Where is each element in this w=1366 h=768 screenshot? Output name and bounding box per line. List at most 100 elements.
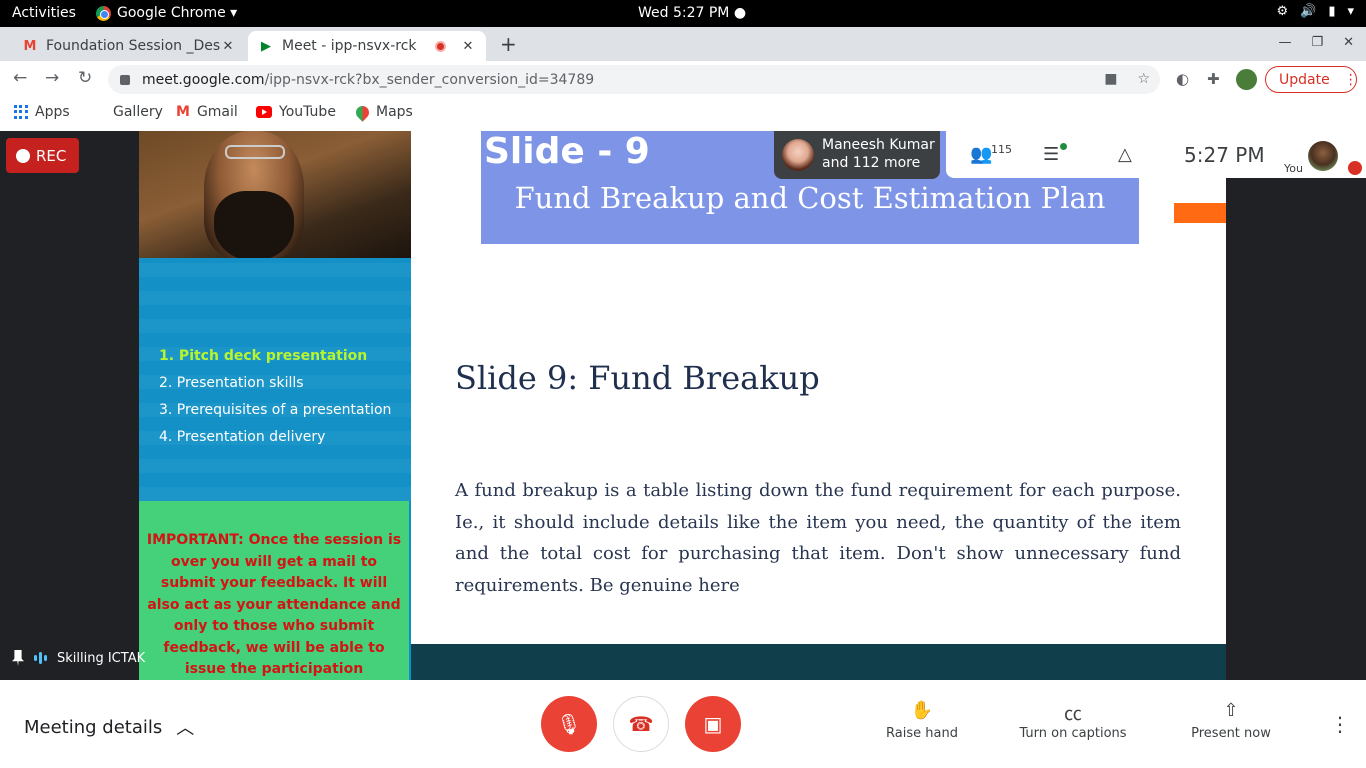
lock-icon <box>120 74 130 85</box>
chrome-icon <box>96 5 111 21</box>
app-menu[interactable]: Google Chrome ▾ <box>96 5 237 21</box>
battery-icon: ▮ <box>1328 4 1336 19</box>
audio-wave-icon <box>34 652 47 664</box>
raise-hand-button[interactable]: ✋ Raise hand <box>880 700 964 741</box>
activities-button[interactable]: Activities <box>12 5 76 21</box>
chat-icon[interactable]: ☰ <box>1043 144 1059 165</box>
presenter-name: Skilling ICTAK <box>57 650 146 666</box>
youtube-icon <box>256 106 272 118</box>
participant-more: and 112 more <box>822 155 921 171</box>
bookmark-gmail[interactable]: M Gmail <box>176 104 238 120</box>
puzzle-icon[interactable]: ✚ <box>1207 70 1220 88</box>
shared-screen: 1. Pitch deck presentation 2. Presentati… <box>139 131 1226 680</box>
topic-item: 2. Presentation skills <box>159 375 304 391</box>
slide-accent-bar <box>1174 203 1226 223</box>
url-path: /ipp-nsvx-rck?bx_sender_conversion_id=34… <box>264 71 595 88</box>
meet-icon: ▶ <box>261 38 271 54</box>
meeting-details-button[interactable]: Meeting details ︿ <box>24 714 194 740</box>
participant-chip[interactable]: Maneesh Kumar and 112 more <box>774 131 940 179</box>
window-controls: — ❐ ✕ <box>1278 35 1354 50</box>
volume-icon: 🔊 <box>1300 4 1317 19</box>
maps-icon <box>353 102 372 122</box>
meet-stage: 1. Pitch deck presentation 2. Presentati… <box>0 131 1366 680</box>
mic-muted-icon <box>1348 161 1362 175</box>
close-icon[interactable]: ✕ <box>460 39 476 54</box>
minimize-icon[interactable]: — <box>1278 35 1291 50</box>
bookmark-label: Apps <box>35 104 70 120</box>
address-bar[interactable]: meet.google.com/ipp-nsvx-rck?bx_sender_c… <box>108 65 1160 94</box>
tab-gmail[interactable]: M Foundation Session _Desi ✕ <box>12 31 246 61</box>
present-now-button[interactable]: ⇧ Present now <box>1186 700 1276 741</box>
system-clock[interactable]: Wed 5:27 PM ● <box>638 5 746 21</box>
app-menu-label: Google Chrome ▾ <box>117 5 238 21</box>
reload-icon[interactable]: ↻ <box>78 68 92 88</box>
camera-icon[interactable]: ■ <box>1104 71 1117 87</box>
meeting-time: 5:27 PM <box>1184 143 1265 167</box>
system-tray[interactable]: ⚙ 🔊 ▮ ▾ <box>1276 4 1354 19</box>
bookmark-apps[interactable]: Apps <box>14 104 70 120</box>
gmail-icon: M <box>176 104 190 120</box>
raise-hand-label: Raise hand <box>886 726 958 741</box>
forward-icon[interactable]: → <box>45 68 59 88</box>
present-icon: ⇧ <box>1223 700 1239 721</box>
topic-item: 4. Presentation delivery <box>159 429 326 445</box>
topics-panel: 1. Pitch deck presentation 2. Presentati… <box>139 258 411 501</box>
pin-icon[interactable] <box>12 650 24 666</box>
hang-up-icon: ☎ <box>628 712 654 736</box>
bookmark-maps[interactable]: Maps <box>353 102 413 122</box>
mic-toggle-button[interactable]: 🎙 <box>541 696 597 752</box>
presenter-beard <box>214 191 294 258</box>
close-window-icon[interactable]: ✕ <box>1343 35 1354 50</box>
update-label: Update <box>1279 71 1330 88</box>
star-icon[interactable]: ☆ <box>1137 71 1150 87</box>
chevron-down-icon: ▾ <box>1347 4 1354 19</box>
bookmarks-bar: Apps Gallery M Gmail YouTube Maps <box>0 97 1366 131</box>
meeting-info-panel: 👥 115 ☰ △ 5:27 PM You <box>946 131 1366 178</box>
bookmark-label: Maps <box>376 104 413 120</box>
mic-off-icon: 🎙 <box>556 712 582 736</box>
people-count: 115 <box>991 143 1012 156</box>
hand-icon: ✋ <box>910 700 934 721</box>
topic-item: 1. Pitch deck presentation <box>159 348 368 364</box>
people-icon[interactable]: 👥 <box>970 144 992 165</box>
url-host: meet.google.com <box>142 71 265 88</box>
rec-label: REC <box>36 146 67 165</box>
profile-avatar[interactable] <box>1236 69 1257 90</box>
apps-grid-icon <box>14 105 28 119</box>
recording-badge[interactable]: REC <box>6 138 79 173</box>
slide-footer <box>411 644 1226 680</box>
menu-dots-icon: ⋮ <box>1343 71 1358 88</box>
topics-list: 1. Pitch deck presentation 2. Presentati… <box>159 348 391 456</box>
bookmark-label: Gmail <box>196 104 238 120</box>
participant-avatar <box>782 139 814 171</box>
activities-icon[interactable]: △ <box>1118 144 1132 165</box>
slide-subtitle: Fund Breakup and Cost Estimation Plan <box>514 181 1106 215</box>
network-icon: ⚙ <box>1276 4 1289 19</box>
bookmark-youtube[interactable]: YouTube <box>256 104 336 120</box>
close-icon[interactable]: ✕ <box>220 39 236 54</box>
record-icon <box>16 148 30 163</box>
captions-icon: ㏄ <box>1064 704 1082 725</box>
back-icon[interactable]: ← <box>13 68 27 88</box>
tab-meet[interactable]: ▶ Meet - ipp-nsvx-rck ✕ <box>248 31 486 61</box>
presenter-glasses <box>225 145 285 159</box>
more-options-icon[interactable]: ⋮ <box>1330 712 1350 736</box>
topic-item: 3. Prerequisites of a presentation <box>159 402 392 418</box>
captions-button[interactable]: ㏄ Turn on captions <box>1016 700 1130 741</box>
system-topbar: Activities Google Chrome ▾ Wed 5:27 PM ●… <box>0 0 1366 27</box>
leave-call-button[interactable]: ☎ <box>613 696 669 752</box>
presenter-tile-label: Skilling ICTAK <box>12 650 145 666</box>
important-notice: IMPORTANT: Once the session is over you … <box>139 501 409 680</box>
browser-toolbar: ← → ↻ meet.google.com/ipp-nsvx-rck?bx_se… <box>0 61 1366 97</box>
restore-icon[interactable]: ❐ <box>1311 35 1323 50</box>
bookmark-label: YouTube <box>279 104 336 120</box>
tab-strip: M Foundation Session _Desi ✕ ▶ Meet - ip… <box>0 27 1366 61</box>
new-tab-button[interactable]: + <box>500 32 517 56</box>
camera-toggle-button[interactable]: ▣ <box>685 696 741 752</box>
update-button[interactable]: Update ⋮ <box>1265 66 1358 93</box>
self-avatar[interactable] <box>1308 141 1338 171</box>
bookmark-gallery[interactable]: Gallery <box>113 104 163 120</box>
gmail-icon: M <box>23 38 37 54</box>
presenter-panel: 1. Pitch deck presentation 2. Presentati… <box>139 131 411 680</box>
extension-icon[interactable]: ◐ <box>1176 70 1189 88</box>
